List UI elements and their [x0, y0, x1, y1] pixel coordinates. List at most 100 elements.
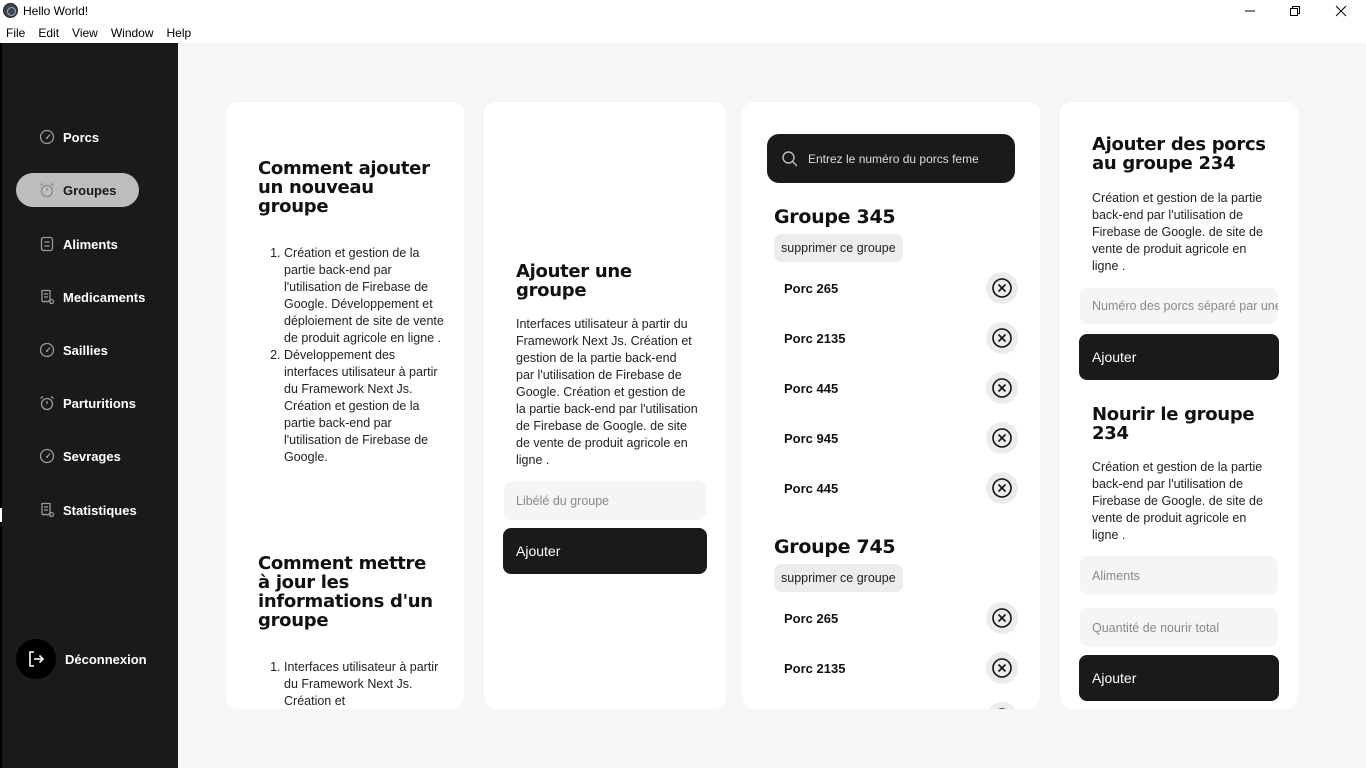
restore-icon [1290, 6, 1300, 16]
porc-label: Porc 2135 [784, 660, 846, 676]
remove-porc-button[interactable] [986, 652, 1018, 684]
list-item: Porc 945 [784, 421, 1018, 455]
help-steps-update: Interfaces utilisateur à partir du Frame… [244, 659, 449, 709]
help-step: Création et gestion de la partie back-en… [284, 245, 449, 347]
close-circle-icon [992, 428, 1012, 448]
list-item: Porc 445 [784, 471, 1018, 505]
search-input[interactable]: Entrez le numéro du porcs femelle [767, 134, 1015, 183]
alarm-clock-icon [39, 182, 55, 198]
porc-label: Porc 945 [784, 430, 839, 446]
minimize-icon [1245, 10, 1255, 12]
help-steps-add: Création et gestion de la partie back-en… [244, 245, 449, 466]
sidebar-edge [0, 43, 2, 768]
sidebar-item-statistiques[interactable]: Statistiques [16, 493, 137, 527]
help-card: Comment ajouter un nouveau groupe Créati… [226, 102, 464, 709]
remove-porc-button[interactable] [986, 422, 1018, 454]
sidebar-item-label: Medicaments [63, 289, 146, 305]
logout-label: Déconnexion [65, 651, 147, 667]
sidebar-item-aliments[interactable]: Aliments [16, 227, 118, 261]
remove-porc-button[interactable] [986, 272, 1018, 304]
group-title: Groupe 345 [774, 206, 896, 228]
receipt-icon [39, 502, 55, 518]
close-circle-icon [992, 328, 1012, 348]
menu-view[interactable]: View [72, 26, 98, 40]
logout-button[interactable]: Déconnexion [16, 639, 147, 679]
sidebar-item-sevrages[interactable]: Sevrages [16, 439, 121, 473]
alarm-clock-icon [39, 395, 55, 411]
aliments-input[interactable]: Aliments [1080, 556, 1278, 595]
list-item: Porc 2135 [784, 651, 1018, 685]
sidebar-item-label: Aliments [63, 236, 118, 252]
list-item: Porc 265 [784, 271, 1018, 305]
remove-porc-button[interactable] [986, 602, 1018, 634]
groups-card: Entrez le numéro du porcs femelle Groupe… [742, 102, 1040, 709]
remove-porc-button[interactable] [986, 322, 1018, 354]
close-circle-icon [992, 378, 1012, 398]
porc-label: Porc 265 [784, 610, 839, 626]
remove-porc-button[interactable] [986, 472, 1018, 504]
group-actions-card: Ajouter des porcs au groupe 234 Création… [1060, 102, 1298, 709]
close-circle-icon [998, 708, 1006, 709]
list-item: Porc 2135 [784, 321, 1018, 355]
search-icon [782, 150, 798, 166]
help-step: Interfaces utilisateur à partir du Frame… [284, 659, 449, 709]
gauge-icon [39, 129, 55, 145]
close-circle-icon [992, 478, 1012, 498]
minimize-button[interactable] [1227, 0, 1273, 22]
add-group-button[interactable]: Ajouter [503, 528, 707, 574]
add-group-description: Interfaces utilisateur à partir du Frame… [516, 317, 698, 467]
add-porcs-description: Création et gestion de la partie back-en… [1092, 191, 1263, 273]
close-circle-icon [992, 608, 1012, 628]
menu-file[interactable]: File [6, 26, 25, 40]
menu-bar: File Edit View Window Help [0, 22, 1366, 43]
sidebar-item-medicaments[interactable]: Medicaments [16, 280, 145, 314]
feed-group-description: Création et gestion de la partie back-en… [1092, 460, 1263, 542]
search-placeholder: Entrez le numéro du porcs femelle [808, 151, 978, 166]
menu-window[interactable]: Window [111, 26, 154, 40]
restore-button[interactable] [1272, 0, 1318, 22]
porc-label: Porc 445 [784, 380, 839, 396]
sidebar-item-parturitions[interactable]: Parturitions [16, 386, 136, 420]
help-title-update: Comment mettre à jour les informations d… [258, 553, 433, 631]
sidebar-item-saillies[interactable]: Saillies [16, 333, 108, 367]
menu-edit[interactable]: Edit [38, 26, 59, 40]
remove-porc-button[interactable] [986, 702, 1018, 709]
feed-group-button[interactable]: Ajouter [1079, 655, 1279, 701]
quantity-input[interactable]: Quantité de nourir total [1080, 608, 1278, 647]
feed-group-title: Nourir le groupe 234 [1092, 404, 1255, 444]
list-item-partial [784, 701, 1018, 709]
porcs-numbers-input[interactable]: Numéro des porcs séparé par une virgule [1080, 288, 1278, 324]
sidebar-item-label: Porcs [63, 129, 100, 145]
close-icon [1335, 5, 1347, 17]
sidebar-item-groupes[interactable]: Groupes [16, 173, 139, 207]
sidebar-item-label: Parturitions [63, 395, 136, 411]
add-group-card: Ajouter une groupe Interfaces utilisateu… [484, 102, 726, 709]
remove-porc-button[interactable] [986, 372, 1018, 404]
add-porcs-title: Ajouter des porcs au groupe 234 [1092, 134, 1266, 174]
close-circle-icon [992, 278, 1012, 298]
gauge-icon [39, 342, 55, 358]
close-window-button[interactable] [1318, 0, 1364, 22]
group-label-input[interactable]: Libélé du groupe [504, 481, 706, 520]
delete-group-button[interactable]: supprimer ce groupe [774, 234, 903, 262]
porc-label: Porc 445 [784, 480, 839, 496]
add-group-title: Ajouter une groupe [516, 261, 632, 301]
sidebar-item-label: Groupes [63, 182, 117, 198]
sidebar-active-marker [0, 508, 2, 522]
porc-label: Porc 2135 [784, 330, 846, 346]
app-icon [3, 3, 18, 18]
title-bar: Hello World! [0, 0, 1366, 22]
menu-help[interactable]: Help [167, 26, 192, 40]
window-title: Hello World! [23, 4, 89, 18]
sidebar-item-label: Saillies [63, 342, 108, 358]
delete-group-button[interactable]: supprimer ce groupe [774, 564, 903, 592]
sidebar-item-label: Statistiques [63, 502, 137, 518]
close-circle-icon [992, 658, 1012, 678]
group-title: Groupe 745 [774, 536, 896, 558]
sidebar-item-porcs[interactable]: Porcs [16, 120, 99, 154]
receipt-icon [39, 289, 55, 305]
logout-icon [16, 639, 56, 679]
add-porcs-button[interactable]: Ajouter [1079, 334, 1279, 380]
sidebar-item-label: Sevrages [63, 448, 121, 464]
gauge-icon [39, 448, 55, 464]
